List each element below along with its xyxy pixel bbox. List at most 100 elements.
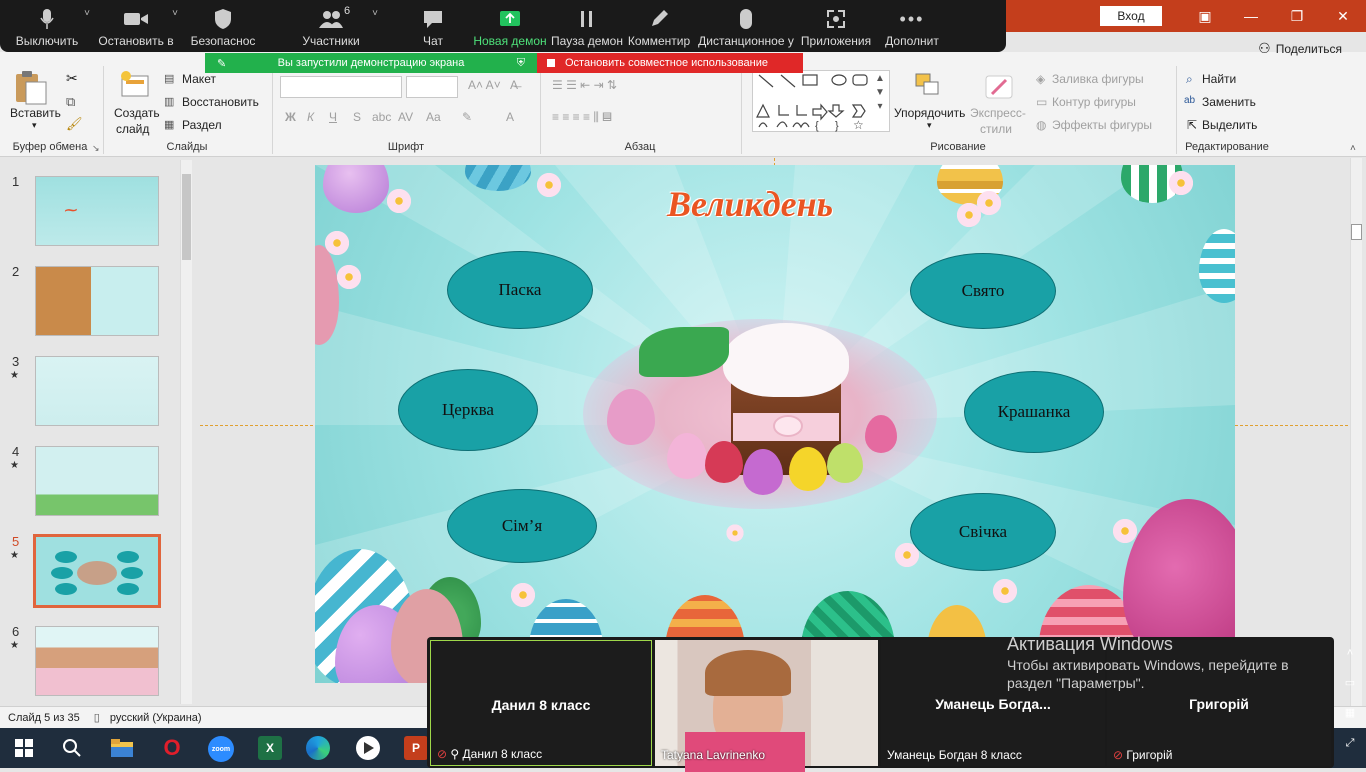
muted-mic-icon: ⊘ xyxy=(1113,748,1124,762)
thumbnail-scrollbar[interactable] xyxy=(180,160,192,704)
opera-icon[interactable]: O xyxy=(160,735,184,760)
bold-button[interactable]: Ж xyxy=(285,110,296,124)
slide-thumbnail-5-selected[interactable] xyxy=(33,534,161,608)
ribbon-display-icon[interactable]: ▣ xyxy=(1182,0,1228,32)
shadow-button[interactable]: S xyxy=(353,110,361,124)
replace-button[interactable]: Заменить xyxy=(1202,95,1256,109)
reset-button[interactable]: Восстановить xyxy=(182,95,259,109)
copy-icon[interactable]: ⧉ xyxy=(66,94,75,110)
change-case-button[interactable]: Aa xyxy=(426,110,441,124)
chat-button[interactable]: Чат xyxy=(396,0,470,52)
powerpoint-icon[interactable]: P xyxy=(404,736,428,760)
font-color-icon[interactable]: A xyxy=(506,110,514,124)
new-slide-icon[interactable] xyxy=(118,70,152,104)
gallery-scroll-icon[interactable]: ▲ ▼ ▾ xyxy=(872,72,888,130)
collapse-ribbon-icon[interactable]: ˄ xyxy=(1350,143,1356,154)
slide-thumbnail-1[interactable]: ⁓ xyxy=(35,176,159,246)
select-button[interactable]: Выделить xyxy=(1202,118,1257,132)
stop-share-button[interactable]: Остановить совместное использование xyxy=(537,53,803,73)
format-painter-icon[interactable]: 🖌 xyxy=(66,116,83,132)
file-explorer-icon[interactable] xyxy=(110,736,134,760)
minimize-button[interactable]: — xyxy=(1228,0,1274,32)
annotate-button[interactable]: Комментир xyxy=(624,0,694,52)
layout-button[interactable]: Макет xyxy=(182,72,216,86)
oval-tserkva[interactable]: Церква xyxy=(398,369,538,451)
pin-icon[interactable]: ✎ xyxy=(217,57,226,70)
paste-icon[interactable] xyxy=(10,70,56,106)
person-icon: ⚇ xyxy=(1258,40,1271,56)
shapes-gallery[interactable]: {} ☆ xyxy=(752,70,890,132)
slide-thumbnail-4[interactable] xyxy=(35,446,159,516)
quick-styles-label-1[interactable]: Экспресс- xyxy=(970,106,1026,120)
share-button[interactable]: ⚇ Поделиться xyxy=(1258,40,1342,57)
highlight-icon[interactable]: ✎ xyxy=(462,110,472,124)
clear-format-icon[interactable]: A̶ xyxy=(510,78,518,92)
stop-video-button[interactable]: Остановить в ˅ xyxy=(92,0,180,52)
font-grow-icon[interactable]: A˄ A˅ xyxy=(468,78,501,92)
quick-styles-icon[interactable] xyxy=(982,72,1018,102)
oval-krashanka[interactable]: Крашанка xyxy=(964,371,1104,453)
arrange-icon[interactable] xyxy=(912,72,948,102)
new-slide-label-1[interactable]: Создать xyxy=(114,106,160,120)
oval-paska[interactable]: Паска xyxy=(447,251,593,329)
new-share-button[interactable]: Новая демон xyxy=(470,0,550,52)
video-tile[interactable]: Данил 8 класс ⊘ ⚲ Данил 8 класс xyxy=(430,640,652,766)
slide-thumbnail-2[interactable] xyxy=(35,266,159,336)
slide-title[interactable]: Великдень xyxy=(595,183,905,225)
paste-button[interactable]: Вставить xyxy=(10,106,61,120)
restore-button[interactable]: ❐ xyxy=(1274,0,1320,32)
search-icon[interactable] xyxy=(60,736,84,760)
spacing-icon[interactable]: AV xyxy=(398,110,413,124)
participant-label: Tatyana Lavrinenko xyxy=(661,748,766,762)
font-size-select[interactable] xyxy=(406,76,458,98)
shape-fill-button[interactable]: Заливка фигуры xyxy=(1052,72,1144,86)
paste-dropdown-icon[interactable]: ▾ xyxy=(32,120,37,131)
slide-thumbnail-3[interactable] xyxy=(35,356,159,426)
media-player-icon[interactable] xyxy=(356,736,380,760)
new-slide-label-2[interactable]: слайд xyxy=(116,122,149,136)
strikethrough-icon[interactable]: abc xyxy=(372,110,391,124)
chevron-down-icon[interactable]: ˅ xyxy=(84,8,90,19)
arrange-button[interactable]: Упорядочить xyxy=(894,106,965,120)
spellcheck-icon[interactable]: ▯ xyxy=(94,711,100,724)
participants-button[interactable]: Участники 6 ˅ xyxy=(266,0,396,52)
editor-scrollbar[interactable] xyxy=(1350,158,1362,706)
close-button[interactable]: ✕ xyxy=(1320,0,1366,32)
pause-share-button[interactable]: Пауза демон xyxy=(550,0,624,52)
more-button[interactable]: ••• Дополнит xyxy=(874,0,950,52)
align-icon[interactable]: ≡ ≡ ≡ ≡ ⫼ ▤ xyxy=(552,110,612,125)
section-button[interactable]: Раздел xyxy=(182,118,222,132)
zoom-icon[interactable]: zoom xyxy=(208,736,234,762)
bullets-icon[interactable]: ☰ ☰ ⇤ ⇥ ⇅ xyxy=(552,78,617,92)
apps-button[interactable]: Приложения xyxy=(798,0,874,52)
arrange-dropdown-icon[interactable]: ▾ xyxy=(927,120,932,131)
italic-button[interactable]: К xyxy=(307,110,314,124)
easter-cake-image[interactable] xyxy=(583,319,937,509)
shield-check-icon: ⛨ xyxy=(516,56,525,69)
security-button[interactable]: Безопаснос xyxy=(180,0,266,52)
remote-control-button[interactable]: Дистанционное у xyxy=(694,0,798,52)
oval-svichka[interactable]: Свічка xyxy=(910,493,1056,571)
dialog-launcher-icon[interactable]: ↘ xyxy=(92,143,100,154)
underline-button[interactable]: Ч xyxy=(329,110,337,124)
current-slide[interactable]: Великдень Паска Свято Церква Крашанка Сі… xyxy=(315,165,1235,683)
scissors-icon[interactable]: ✂ xyxy=(66,70,78,87)
signin-button[interactable]: Вход xyxy=(1100,6,1162,26)
quick-styles-label-2[interactable]: стили xyxy=(980,122,1012,136)
edge-icon[interactable] xyxy=(306,736,330,760)
find-button[interactable]: Найти xyxy=(1202,72,1236,86)
flower-decoration xyxy=(509,581,537,609)
slide-thumbnail-6[interactable] xyxy=(35,626,159,696)
shape-effects-button[interactable]: Эффекты фигуры xyxy=(1052,118,1152,132)
font-family-select[interactable] xyxy=(280,76,402,98)
mute-button[interactable]: Выключить ˅ xyxy=(2,0,92,52)
language-indicator[interactable]: русский (Украина) xyxy=(110,712,202,724)
chevron-down-icon[interactable]: ˅ xyxy=(372,8,378,19)
oval-svyato[interactable]: Свято xyxy=(910,253,1056,329)
excel-icon[interactable]: X xyxy=(258,736,282,760)
shape-outline-button[interactable]: Контур фигуры xyxy=(1052,95,1136,109)
chevron-down-icon[interactable]: ˅ xyxy=(172,8,178,19)
oval-simya[interactable]: Сім’я xyxy=(447,489,597,563)
video-tile-camera[interactable]: Tatyana Lavrinenko xyxy=(655,640,878,772)
windows-start-icon[interactable] xyxy=(12,736,36,760)
